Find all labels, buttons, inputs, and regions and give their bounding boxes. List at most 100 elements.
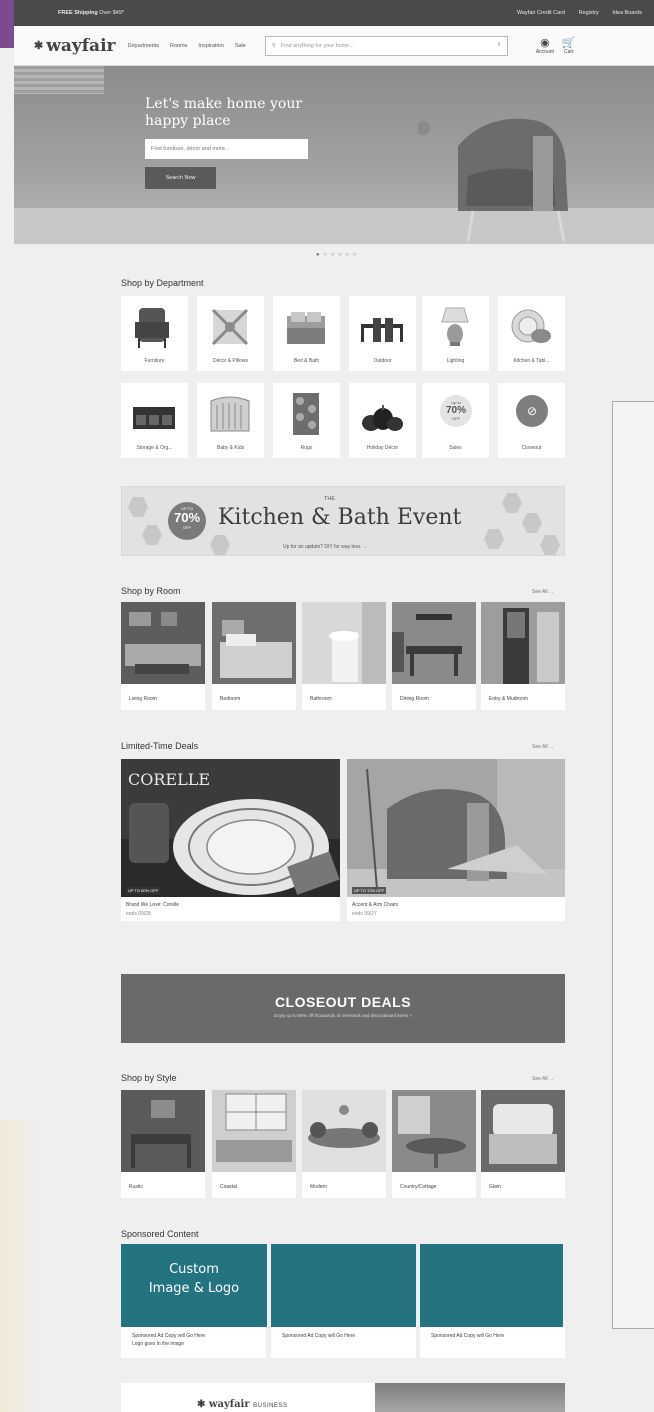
nav-rooms[interactable]: Rooms [170,43,187,49]
room-card[interactable]: Living Room [121,602,205,710]
rooms-title: Shop by Room [121,586,181,596]
hex-decor [540,535,560,555]
sponsored-image-placeholder[interactable]: Custom Image & Logo [121,1244,267,1327]
page-edge-glow [0,1120,40,1412]
registry-link[interactable]: Registry [579,10,599,16]
dept-kitchen-table[interactable]: Kitchen & Tabl... [498,296,565,371]
wayfair-business-logo: ✱ wayfair BUSINESS [197,1399,288,1410]
bedroom-image [212,602,296,684]
deal-card[interactable]: UP TO 70% OFF Accent & Arm Chairs ends 0… [347,759,565,921]
dept-holiday-decor[interactable]: Holiday Décor [349,383,416,458]
patio-set-icon [361,318,403,342]
rooms-see-all[interactable]: See All → [532,589,554,595]
dept-closeout[interactable]: ⊘ Closeout [498,383,565,458]
pumpkins-icon [362,405,403,431]
hex-decor [142,525,162,545]
dept-decor-pillows[interactable]: Décor & Pillows [197,296,264,371]
tag-icon: ⊘ [516,395,548,427]
dept-lighting[interactable]: Lighting [422,296,489,371]
style-card[interactable]: Rustic [121,1090,205,1198]
dept-sales[interactable]: Up to 70% OFF Sales [422,383,489,458]
closeout-banner[interactable]: CLOSEOUT DEALS Enjoy up to 80% off thous… [121,974,565,1043]
country-cottage-image [392,1090,476,1172]
search-input[interactable]: ⚲ Find anything for your home... ⌷ [264,35,508,56]
hex-decor [484,529,504,549]
wayfair-logo[interactable]: ✱ wayfair [34,36,116,56]
departments-title: Shop by Department [121,278,204,288]
dept-baby-kids[interactable]: Baby & Kids [197,383,264,458]
camera-icon[interactable]: ⌷ [498,42,501,49]
banner-the: THE [324,496,335,502]
accent-chair-image [347,759,565,897]
hero-search-input[interactable]: Find furniture, décor and more... [145,139,308,159]
bed-icon [287,312,325,344]
living-room-image [121,602,205,684]
sponsored-card[interactable]: Sponsored Ad Copy will Go Here [271,1326,416,1358]
entry-mudroom-image [481,602,565,684]
armchair-image [418,118,568,242]
deals-see-all[interactable]: See All → [532,744,554,750]
page-frame: FREE Shipping Over $49* Wayfair Credit C… [0,0,654,1412]
modern-image [302,1090,386,1172]
sponsored-image-placeholder[interactable] [420,1244,563,1327]
wood-wall-art [14,66,104,94]
sponsored-title: Sponsored Content [121,1229,199,1239]
dining-room-image [392,602,476,684]
sales-badge: Up to 70% OFF [440,395,472,427]
styles-title: Shop by Style [121,1073,177,1083]
room-card[interactable]: Bedroom [212,602,296,710]
pinwheel-icon: ✱ [34,39,44,52]
nav-departments[interactable]: Departments [128,43,160,49]
account-button[interactable]: ◉ Account [536,37,554,55]
styles-see-all[interactable]: See All → [532,1076,554,1082]
nav-inspiration[interactable]: Inspiration [198,43,223,49]
style-card[interactable]: Glam [481,1090,565,1198]
dept-storage[interactable]: Storage & Org... [121,383,188,458]
account-icon: ◉ [540,36,550,49]
business-banner[interactable]: ✱ wayfair BUSINESS [121,1383,565,1412]
deal-tag: UP TO 70% OFF [352,887,387,894]
dept-outdoor[interactable]: Outdoor [349,296,416,371]
search-placeholder: Find anything for your home... [280,42,354,49]
kitchen-bath-banner[interactable]: UP TO 70% OFF THE Kitchen & Bath Event U… [121,486,565,556]
idea-boards-link[interactable]: Idea Boards [612,10,642,16]
room-card[interactable]: Bathroom [302,602,386,710]
promo-bar: FREE Shipping Over $49* Wayfair Credit C… [14,0,654,26]
main-nav: ✱ wayfair Departments Rooms Inspiration S… [14,26,654,66]
hex-decor [210,535,230,555]
room-card[interactable]: Entry & Mudroom [481,602,565,710]
rug-icon [293,393,319,435]
bathroom-image [302,602,386,684]
closeout-title: CLOSEOUT DEALS [274,994,412,1010]
banner-subtitle: Up for an update? DIY for way less → [283,544,367,550]
dept-furniture[interactable]: Furniture [121,296,188,371]
room-card[interactable]: Dining Room [392,602,476,710]
glam-image [481,1090,565,1172]
carousel-dots[interactable]: ● ○ ○ ○ ○ ○ [316,252,357,258]
credit-card-link[interactable]: Wayfair Credit Card [517,10,565,16]
search-now-button[interactable]: Search Now [145,167,216,189]
deals-title: Limited-Time Deals [121,741,199,751]
deal-tag: UP TO 50% OFF [126,887,161,894]
style-card[interactable]: Modern [302,1090,386,1198]
nav-sale[interactable]: Sale [235,43,246,49]
sponsored-image-placeholder[interactable] [271,1244,416,1327]
free-shipping-text[interactable]: FREE Shipping Over $49* [58,10,505,16]
sponsored-card[interactable]: Sponsored Ad Copy will Go Here Logo goes … [121,1326,266,1358]
style-card[interactable]: Coastal [212,1090,296,1198]
style-card[interactable]: Country/Cottage [392,1090,476,1198]
hero-banner: Let's make home your happy place Find fu… [14,66,654,244]
hex-decor [128,497,148,517]
banner-title: Kitchen & Bath Event [218,505,462,530]
deal-card[interactable]: CORELLE UP TO 50% OFF Brand We Love: Cor… [121,759,340,921]
dishes-icon [511,309,551,343]
dept-bed-bath[interactable]: Bed & Bath [273,296,340,371]
cart-icon: 🛒 [561,36,576,49]
cart-button[interactable]: 🛒 Cart [562,37,576,55]
office-image [375,1383,565,1412]
storage-bench-icon [133,407,175,429]
crib-icon [210,396,250,432]
sponsored-card[interactable]: Sponsored Ad Copy will Go Here [420,1326,565,1358]
dept-rugs[interactable]: Rugs [273,383,340,458]
hex-decor [522,513,542,533]
